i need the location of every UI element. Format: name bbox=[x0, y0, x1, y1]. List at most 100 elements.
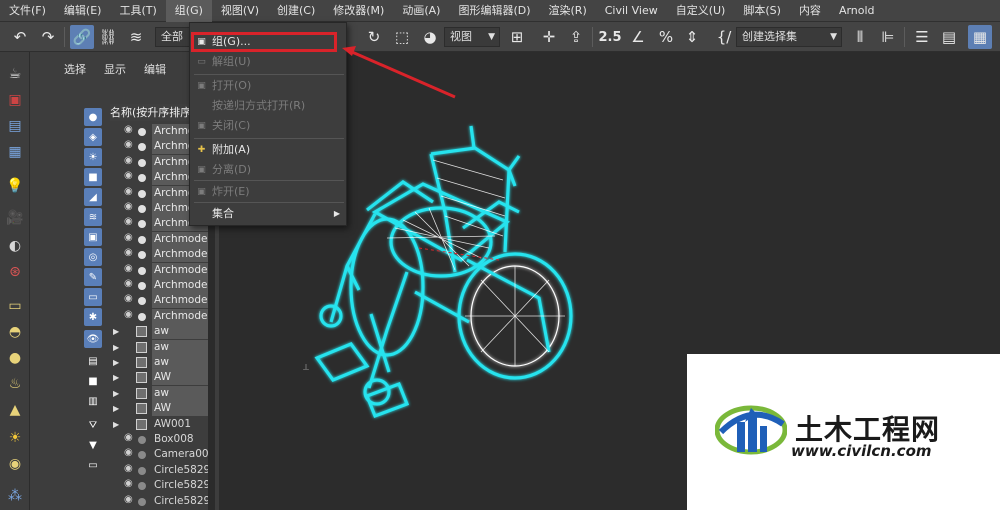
undo-icon[interactable]: ↶ bbox=[8, 25, 32, 49]
visibility-eye-icon[interactable]: ◉ bbox=[124, 232, 133, 243]
visibility-eye-icon[interactable]: ◉ bbox=[124, 278, 133, 289]
ribbon-toggle-icon[interactable]: ▤ bbox=[937, 25, 961, 49]
named-selection-dropdown[interactable]: 创建选择集 ▼ bbox=[736, 27, 842, 47]
filter-frozen-icon[interactable]: ▤ bbox=[84, 352, 102, 370]
tree-row[interactable]: ◉ Archmodels bbox=[110, 231, 208, 247]
tab-display[interactable]: 显示 bbox=[104, 61, 126, 77]
tree-row[interactable]: ▶ aw bbox=[110, 324, 208, 340]
expand-arrow-icon[interactable]: ▶ bbox=[113, 324, 119, 339]
angle-snap-icon[interactable]: ∠ bbox=[626, 25, 650, 49]
container-icon[interactable]: ▭ bbox=[84, 456, 102, 474]
menu-animation[interactable]: 动画(A) bbox=[393, 0, 449, 22]
visibility-eye-icon[interactable]: ◉ bbox=[124, 139, 133, 150]
expand-arrow-icon[interactable]: ▶ bbox=[113, 370, 119, 385]
visibility-eye-icon[interactable]: ◉ bbox=[124, 309, 133, 320]
tree-row[interactable]: ◉ Archmodels bbox=[110, 293, 208, 309]
tree-row[interactable]: ▶ aw bbox=[110, 385, 208, 401]
visibility-eye-icon[interactable]: ◉ bbox=[124, 478, 133, 489]
expand-arrow-icon[interactable]: ▶ bbox=[113, 340, 119, 355]
plane-icon[interactable]: ▭ bbox=[5, 296, 25, 316]
menu-customize[interactable]: 自定义(U) bbox=[667, 0, 735, 22]
tree-row[interactable]: ◉ Camera001 bbox=[110, 447, 208, 462]
filter-shapes-icon[interactable]: ◈ bbox=[84, 128, 102, 146]
menu-item-open[interactable]: ▣ 打开(O) bbox=[190, 75, 346, 97]
tree-row[interactable]: ◉ Archmodels bbox=[110, 278, 208, 293]
menu-content[interactable]: 内容 bbox=[790, 0, 830, 22]
menu-rendering[interactable]: 渲染(R) bbox=[540, 0, 596, 22]
filter-funnel-simple-icon[interactable]: ▼ bbox=[84, 436, 102, 454]
tree-row[interactable]: ▶ aw bbox=[110, 355, 208, 370]
menu-item-detach[interactable]: ▣ 分离(D) bbox=[190, 159, 346, 181]
filter-groups-icon[interactable]: ▣ bbox=[84, 228, 102, 246]
tree-row[interactable]: ▶ AW001 bbox=[110, 417, 208, 432]
menu-scripting[interactable]: 脚本(S) bbox=[734, 0, 790, 22]
filter-lights-icon[interactable]: ☀ bbox=[84, 148, 102, 166]
tree-row[interactable]: ◉ Circle5829 bbox=[110, 494, 208, 509]
reference-coord-dropdown[interactable]: 视图 ▼ bbox=[444, 27, 500, 47]
tree-row[interactable]: ◉ Archmodels bbox=[110, 262, 208, 278]
mirror-icon[interactable]: ⫴ bbox=[848, 25, 872, 49]
menu-create[interactable]: 创建(C) bbox=[268, 0, 324, 22]
track-view-icon[interactable]: ▦ bbox=[5, 142, 25, 162]
menu-graph-editors[interactable]: 图形编辑器(D) bbox=[449, 0, 539, 22]
visibility-eye-icon[interactable]: ◉ bbox=[124, 263, 133, 274]
tree-row[interactable]: ◉ Circle5829 bbox=[110, 463, 208, 478]
tree-row[interactable]: ◉ Circle5829 bbox=[110, 478, 208, 493]
visibility-eye-icon[interactable]: ◉ bbox=[124, 170, 133, 181]
tree-row[interactable]: ◉ Archmodels bbox=[110, 247, 208, 263]
tree-row[interactable]: ◉ Archmodels bbox=[110, 308, 208, 324]
selection-filter-dropdown[interactable]: 全部 bbox=[155, 27, 191, 47]
visibility-eye-icon[interactable]: ◉ bbox=[124, 293, 133, 304]
filter-geometry-icon[interactable]: ● bbox=[84, 108, 102, 126]
menu-item-close[interactable]: ▣ 关闭(C) bbox=[190, 115, 346, 137]
filter-containers-icon[interactable]: ▭ bbox=[84, 288, 102, 306]
percent-snap-icon[interactable]: % bbox=[654, 25, 678, 49]
video-post-icon[interactable]: ⊛ bbox=[5, 262, 25, 282]
menu-group[interactable]: 组(G) bbox=[165, 0, 212, 22]
expand-arrow-icon[interactable]: ▶ bbox=[113, 417, 119, 432]
visibility-eye-icon[interactable]: ◉ bbox=[124, 447, 133, 458]
filter-bones-icon[interactable]: ✎ bbox=[84, 268, 102, 286]
filter-layer-icon[interactable]: ▥ bbox=[84, 392, 102, 410]
spinner-snap-icon[interactable]: ⇕ bbox=[680, 25, 704, 49]
visibility-eye-icon[interactable]: ◉ bbox=[124, 216, 133, 227]
edit-named-selection-icon[interactable]: {/ bbox=[712, 25, 736, 49]
filter-helpers-icon[interactable]: ◢ bbox=[84, 188, 102, 206]
expand-arrow-icon[interactable]: ▶ bbox=[113, 355, 119, 370]
layer-manager-icon[interactable]: ☰ bbox=[910, 25, 934, 49]
visibility-eye-icon[interactable]: ◉ bbox=[124, 186, 133, 197]
unlink-icon[interactable]: ⛓ bbox=[96, 25, 120, 49]
menu-item-explode[interactable]: ▣ 炸开(E) bbox=[190, 181, 346, 203]
visibility-eye-icon[interactable]: ◉ bbox=[124, 432, 133, 443]
tab-select[interactable]: 选择 bbox=[64, 61, 86, 77]
tree-row[interactable]: ▶ aw bbox=[110, 339, 208, 355]
keyboard-shortcut-override-icon[interactable]: ⇪ bbox=[564, 25, 588, 49]
menu-item-ungroup[interactable]: ▭ 解组(U) bbox=[190, 51, 346, 73]
menu-arnold[interactable]: Arnold bbox=[830, 0, 884, 22]
filter-funnel-icon[interactable]: ⛛ bbox=[84, 416, 102, 434]
menu-edit[interactable]: 编辑(E) bbox=[55, 0, 111, 22]
tab-edit[interactable]: 编辑 bbox=[144, 61, 166, 77]
visibility-eye-icon[interactable]: ◉ bbox=[124, 155, 133, 166]
filter-cameras-icon[interactable]: ■ bbox=[84, 168, 102, 186]
link-icon[interactable]: 🔗 bbox=[70, 25, 94, 49]
menu-modifiers[interactable]: 修改器(M) bbox=[324, 0, 393, 22]
bind-space-warp-icon[interactable]: ≋ bbox=[124, 25, 148, 49]
visibility-eye-icon[interactable]: ◉ bbox=[124, 463, 133, 474]
sphere-icon[interactable]: ● bbox=[5, 348, 25, 368]
menu-item-assembly[interactable]: 集合 ▶ bbox=[190, 203, 346, 225]
slate-material-icon[interactable]: ▤ bbox=[5, 116, 25, 136]
tree-row[interactable]: ◉ Box008 bbox=[110, 432, 208, 447]
menu-item-attach[interactable]: ✚ 附加(A) bbox=[190, 139, 346, 161]
visibility-eye-icon[interactable]: ◉ bbox=[124, 247, 133, 258]
hemisphere-icon[interactable]: ◓ bbox=[5, 322, 25, 342]
sun-icon[interactable]: ☀ bbox=[5, 428, 25, 448]
tree-row[interactable]: ▶ AW bbox=[110, 401, 208, 417]
display-toggle-icon[interactable]: 👁 bbox=[84, 330, 102, 348]
expand-arrow-icon[interactable]: ▶ bbox=[113, 401, 119, 416]
filter-xrefs-icon[interactable]: ◎ bbox=[84, 248, 102, 266]
filter-particles-icon[interactable]: ✱ bbox=[84, 308, 102, 326]
light-lister-icon[interactable]: 💡 bbox=[5, 176, 25, 196]
teapot-icon[interactable]: ☕ bbox=[5, 64, 25, 84]
rendered-frame-icon[interactable]: ▣ bbox=[5, 90, 25, 110]
